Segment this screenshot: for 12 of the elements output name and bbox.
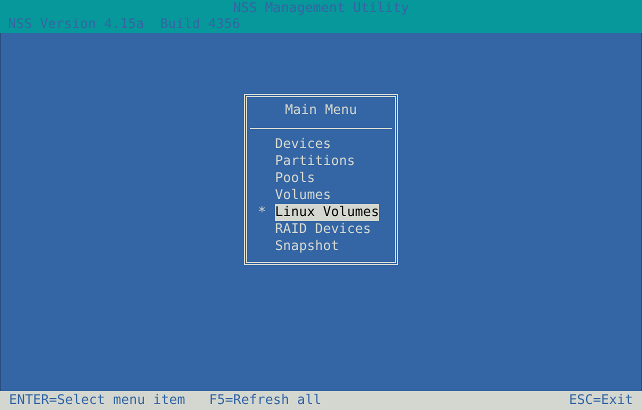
menu-title: Main Menu (284, 102, 358, 119)
menu-item[interactable]: Snapshot (275, 238, 340, 255)
menu-item[interactable]: Pools (275, 170, 316, 187)
menu-item[interactable]: RAID Devices (275, 221, 372, 238)
menu-item[interactable]: Volumes (275, 187, 332, 204)
key-hint: F5=Refresh all (209, 392, 322, 409)
selection-marker: * (258, 205, 266, 220)
menu-item[interactable]: Devices (275, 136, 332, 153)
key-hint: ESC=Exit (568, 392, 633, 409)
menu-item[interactable]: Partitions (275, 153, 356, 170)
menu-item[interactable]: Linux Volumes (275, 204, 380, 221)
key-hint: ENTER=Select menu item (9, 392, 186, 409)
